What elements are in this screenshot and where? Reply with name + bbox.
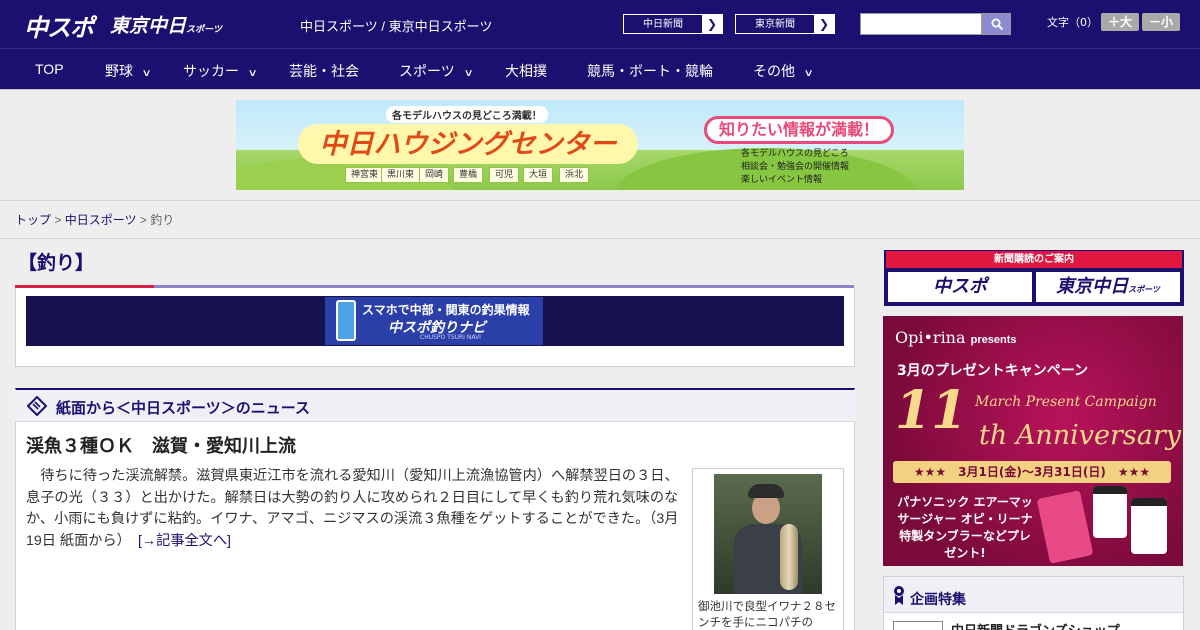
nav-label: その他 <box>753 63 795 79</box>
article-summary: 待ちに待った渓流解禁。滋賀県東近江市を流れる愛知川（愛知川上流漁協管内）へ解禁翌… <box>26 466 684 552</box>
chuspo-logo[interactable]: 中スポ <box>24 8 94 43</box>
feature-thumbnail[interactable] <box>893 621 943 630</box>
nav-label: 芸能・社会 <box>289 63 359 79</box>
chunichi-shimbun-label: 中日新聞 <box>623 14 703 34</box>
divider <box>0 200 1200 201</box>
tokyo-shimbun-link[interactable]: 東京新聞 ❯ <box>734 13 836 35</box>
banner-area-tag: 岡崎 <box>419 167 450 183</box>
ribbon-icon <box>894 586 904 605</box>
banner-main-text: 中日ハウジングセンター <box>298 124 638 164</box>
feature-item-link[interactable]: 中日新聞ドラゴンズショップ <box>951 620 1120 630</box>
nav-item-entertainment[interactable]: 芸能・社会 <box>289 61 359 81</box>
subscribe-label: 中スポ <box>933 276 987 297</box>
text-size-label: 文字（0） <box>1047 16 1098 29</box>
smartphone-icon <box>336 300 356 341</box>
feature-panel-heading: 企画特集 <box>910 591 966 607</box>
tsuri-navi-romaji: CHUSPO TSURI NAVI <box>420 334 481 341</box>
campaign-brand: Opi•rina presents <box>895 328 1016 347</box>
nav-item-baseball[interactable]: 野球 ∨ <box>105 61 152 81</box>
article-photo[interactable] <box>714 474 822 594</box>
banner-area-tag: 豊橋 <box>453 167 484 183</box>
main-nav: TOP 野球 ∨ サッカー ∨ 芸能・社会 スポーツ ∨ 大相撲 競馬・ボート・競輪 … <box>0 48 1200 89</box>
nav-item-sumo[interactable]: 大相撲 <box>505 61 547 81</box>
tokyo-chunichi-logo[interactable]: 東京中日スポーツ <box>110 11 222 38</box>
nav-label: TOP <box>35 61 64 77</box>
campaign-anniversary: th Anniversary <box>979 420 1181 451</box>
photo-caption: 御池川で良型イワナ２８センチを手にニコパチの <box>698 601 836 629</box>
banner-area-tag: 浜北 <box>559 167 590 183</box>
chevron-down-icon: ∨ <box>803 68 814 79</box>
breadcrumb-current: 釣り <box>150 213 175 227</box>
subscribe-chuspo-button[interactable]: 中スポ <box>888 272 1032 302</box>
chevron-down-icon: ∨ <box>247 68 258 79</box>
search-icon <box>991 18 1004 31</box>
nav-item-sports[interactable]: スポーツ ∨ <box>399 61 474 81</box>
breadcrumb-link-chunichi-sports[interactable]: 中日スポーツ <box>65 213 137 227</box>
nav-label: 大相撲 <box>505 63 547 79</box>
campaign-number: 11 <box>895 380 968 441</box>
campaign-title: 3月のプレゼントキャンペーン <box>897 363 1089 379</box>
banner-area-tag: 黒川東 <box>381 167 421 183</box>
news-panel-heading: 紙面から＜中日スポーツ＞のニュース <box>56 400 310 417</box>
subscribe-label: 東京中日 <box>1056 276 1129 297</box>
article-body-text: 待ちに待った渓流解禁。滋賀県東近江市を流れる愛知川（愛知川上流漁協管内）へ解禁翌… <box>26 468 679 549</box>
campaign-subtitle: March Present Campaign <box>975 394 1157 410</box>
nav-label: サッカー <box>183 63 239 79</box>
breadcrumb-separator: > <box>139 213 147 227</box>
brand-name: Opi•rina <box>895 328 966 347</box>
chevron-down-icon: ∨ <box>141 68 152 79</box>
breadcrumb: トップ > 中日スポーツ > 釣り <box>15 211 174 228</box>
top-header: 中スポ 東京中日スポーツ 中日スポーツ / 東京中日スポーツ 中日新聞 ❯ 東京… <box>0 0 1200 48</box>
nav-item-other[interactable]: その他 ∨ <box>753 61 814 81</box>
chunichi-shimbun-link[interactable]: 中日新聞 ❯ <box>622 13 724 35</box>
tumbler-product-image <box>1093 486 1127 538</box>
photo-angler-hat <box>748 484 784 498</box>
read-more-link[interactable]: [→記事全文へ] <box>138 533 231 549</box>
site-title[interactable]: 中日スポーツ / 東京中日スポーツ <box>300 16 492 35</box>
search-input[interactable] <box>860 13 982 35</box>
newspaper-icon <box>27 396 47 416</box>
banner-feature: 各モデルハウスの見どころ <box>741 149 849 159</box>
nav-item-soccer[interactable]: サッカー ∨ <box>183 61 258 81</box>
campaign-prizes: パナソニック エアーマッサージャー オピ・リーナ特製タンブラーなどプレゼント! <box>897 495 1033 560</box>
banner-feature: 楽しいイベント情報 <box>741 175 823 185</box>
massager-product-image <box>1036 490 1094 564</box>
banner-area-tag: 大垣 <box>523 167 554 183</box>
tokyo-logo-text: 東京中日 <box>110 15 187 37</box>
photo-fish <box>780 524 798 590</box>
subscribe-label-suffix: スポーツ <box>1128 285 1160 294</box>
subscribe-tokyo-chunichi-button[interactable]: 東京中日スポーツ <box>1036 272 1180 302</box>
text-smaller-button[interactable]: －小 <box>1142 13 1180 31</box>
banner-subtext: 各モデルハウスの見どころ満載！ <box>386 106 548 123</box>
article-title[interactable]: 渓魚３種ＯＫ 滋賀・愛知川上流 <box>26 432 296 458</box>
housing-center-banner-ad[interactable]: 各モデルハウスの見どころ満載！ 中日ハウジングセンター 知りたい情報が満載！ 各… <box>236 100 964 190</box>
breadcrumb-link-top[interactable]: トップ <box>15 213 51 227</box>
subscription-heading: 新聞購読のご案内 <box>886 251 1182 268</box>
text-larger-button[interactable]: ＋大 <box>1101 13 1139 31</box>
banner-area-tag: 神宮東 <box>345 167 385 183</box>
banner-catchphrase: 知りたい情報が満載！ <box>704 116 894 144</box>
brand-suffix: presents <box>970 334 1017 346</box>
nav-label: 野球 <box>105 63 133 79</box>
opirina-campaign-ad[interactable]: Opi•rina presents 3月のプレゼントキャンペーン 11 Marc… <box>883 316 1183 566</box>
search-button[interactable] <box>982 13 1011 35</box>
breadcrumb-separator: > <box>54 213 62 227</box>
page-title: 【釣り】 <box>18 253 95 274</box>
tokyo-shimbun-label: 東京新聞 <box>735 14 815 34</box>
nav-label: スポーツ <box>399 63 455 79</box>
divider <box>0 89 1200 90</box>
nav-item-racing[interactable]: 競馬・ボート・競輪 <box>587 61 713 81</box>
campaign-dates: ★★★ 3月1日(金)〜3月31日(日) ★★★ <box>893 461 1171 483</box>
chevron-down-icon: ∨ <box>463 68 474 79</box>
chevron-right-icon: ❯ <box>818 17 829 31</box>
chevron-right-icon: ❯ <box>706 17 717 31</box>
tokyo-logo-suffix: スポーツ <box>186 25 222 35</box>
banner-feature: 相談会・勉強会の開催情報 <box>741 162 850 172</box>
banner-area-tag: 可児 <box>489 167 520 183</box>
tumbler-product-image <box>1131 498 1167 554</box>
nav-item-top[interactable]: TOP <box>35 61 64 77</box>
nav-label: 競馬・ボート・競輪 <box>587 63 713 79</box>
divider <box>0 238 1200 239</box>
tsuri-navi-tagline: スマホで中部・関東の釣果情報 <box>362 303 530 317</box>
